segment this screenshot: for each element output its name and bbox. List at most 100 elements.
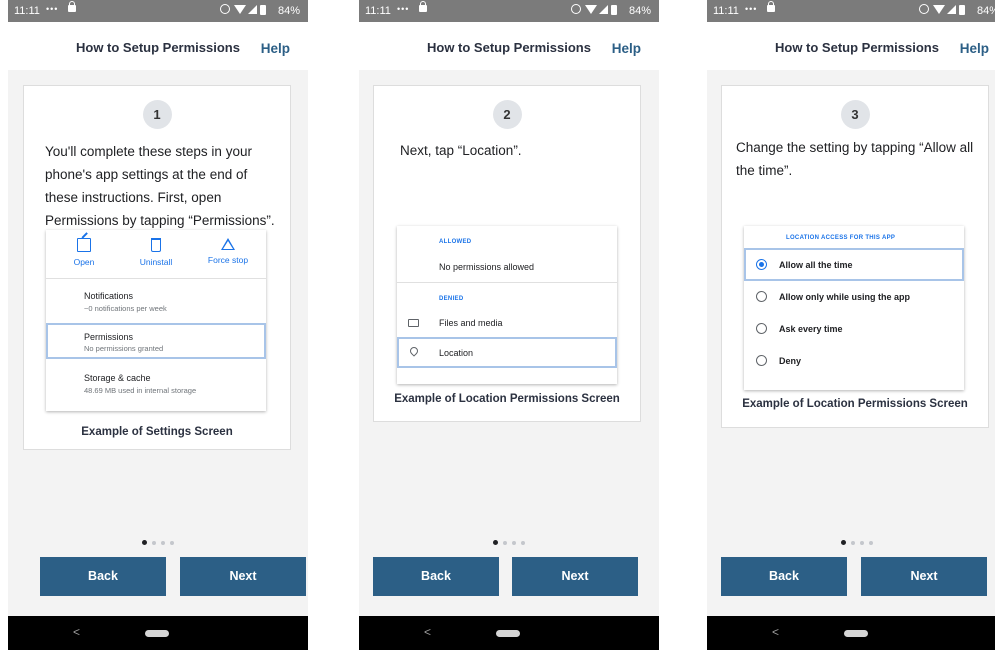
divider <box>46 278 266 279</box>
example-caption: Example of Settings Screen <box>81 426 233 438</box>
alarm-icon <box>220 4 230 14</box>
status-bar: 11:11 ••• 84% <box>8 0 308 22</box>
instruction-card: 3 Change the setting by tapping “Allow a… <box>721 85 989 428</box>
page-dot <box>152 540 156 545</box>
next-button[interactable]: Next <box>512 557 638 596</box>
instruction-card: 2 Next, tap “Location”. ALLOWED No permi… <box>373 85 641 422</box>
wifi-icon <box>933 5 945 14</box>
page-dot <box>512 540 516 545</box>
uninstall-action-label: Uninstall <box>139 257 173 267</box>
location-permissions-example: ALLOWED No permissions allowed DENIED Fi… <box>397 226 617 384</box>
page-dot <box>521 540 525 545</box>
phone-screen-step-2: 11:11 ••• 84% How to Setup Permissions H… <box>359 0 659 650</box>
home-pill-icon[interactable] <box>496 630 520 637</box>
messages-icon: ••• <box>745 4 758 14</box>
messages-icon: ••• <box>46 4 59 14</box>
radio-unselected-icon <box>756 355 767 366</box>
open-icon <box>77 238 91 252</box>
allow-all-option-label: Allow all the time <box>779 260 853 270</box>
battery-percent: 84% <box>277 5 300 17</box>
home-pill-icon[interactable] <box>145 630 169 637</box>
storage-subtitle: 48.69 MB used in internal storage <box>84 386 197 395</box>
radio-selected-icon <box>756 259 767 270</box>
page-dot <box>869 540 873 545</box>
deny-option-label: Deny <box>779 356 802 366</box>
battery-icon <box>959 5 965 15</box>
chevron-left-icon[interactable]: < <box>73 625 80 639</box>
files-and-media-label: Files and media <box>439 318 503 328</box>
app-header: How to Setup Permissions Help <box>8 22 308 70</box>
chevron-left-icon[interactable]: < <box>424 625 431 639</box>
notifications-row: Notifications ~0 notifications per week <box>46 282 266 320</box>
phone-screen-step-3: 11:11 ••• 84% How to Setup Permissions H… <box>707 0 995 650</box>
lock-icon <box>419 1 427 12</box>
next-button[interactable]: Next <box>861 557 987 596</box>
page-indicator <box>707 534 995 546</box>
back-button[interactable]: Back <box>373 557 499 596</box>
location-label: Location <box>439 348 474 358</box>
next-button[interactable]: Next <box>180 557 306 596</box>
location-access-header: LOCATION ACCESS FOR THIS APP <box>786 235 896 241</box>
allow-all-highlight <box>744 248 964 281</box>
allowed-section-header: ALLOWED <box>439 239 472 245</box>
battery-percent: 84% <box>628 5 651 17</box>
signal-icon <box>947 5 956 14</box>
radio-unselected-icon <box>756 291 767 302</box>
page-dot <box>161 540 165 545</box>
page-dot <box>851 540 855 545</box>
instruction-card: 1 You'll complete these steps in your ph… <box>23 85 291 450</box>
permissions-subtitle: No permissions granted <box>84 344 164 353</box>
page-dot <box>860 540 864 545</box>
app-header: How to Setup Permissions Help <box>707 22 995 70</box>
permissions-title: Permissions <box>84 332 134 342</box>
wifi-icon <box>234 5 246 14</box>
divider <box>397 282 617 283</box>
permissions-row: Permissions No permissions granted <box>46 323 266 359</box>
help-link[interactable]: Help <box>261 41 290 56</box>
system-nav-bar: < <box>8 616 308 650</box>
page-dot <box>503 540 507 545</box>
alarm-icon <box>571 4 581 14</box>
page-dot-active <box>493 540 498 546</box>
back-button[interactable]: Back <box>721 557 847 596</box>
allow-while-using-option-label: Allow only while using the app <box>779 292 911 302</box>
example-caption: Example of Location Permissions Screen <box>394 393 620 405</box>
page-dot-active <box>142 540 147 546</box>
step-number: 3 <box>840 100 870 129</box>
page-dot-active <box>841 540 846 546</box>
lock-icon <box>68 1 76 12</box>
status-time: 11:11 <box>365 5 391 17</box>
trash-icon <box>151 238 161 252</box>
instruction-text: Next, tap “Location”. <box>400 143 522 158</box>
notifications-subtitle: ~0 notifications per week <box>84 304 167 313</box>
help-link[interactable]: Help <box>612 41 641 56</box>
app-header: How to Setup Permissions Help <box>359 22 659 70</box>
location-access-example: LOCATION ACCESS FOR THIS APP Allow all t… <box>744 226 964 390</box>
notifications-title: Notifications <box>84 291 134 301</box>
help-link[interactable]: Help <box>960 41 989 56</box>
storage-row: Storage & cache 48.69 MB used in interna… <box>46 364 266 402</box>
ask-every-time-option-label: Ask every time <box>779 324 843 334</box>
page-dot <box>170 540 174 545</box>
folder-icon <box>408 319 419 327</box>
allowed-text: No permissions allowed <box>439 262 535 272</box>
step-number: 2 <box>492 100 522 129</box>
page-indicator <box>8 534 308 546</box>
home-pill-icon[interactable] <box>844 630 868 637</box>
location-highlight <box>397 337 617 368</box>
signal-icon <box>248 5 257 14</box>
messages-icon: ••• <box>397 4 410 14</box>
app-actions-row: Open Uninstall Force stop <box>46 230 266 278</box>
back-button[interactable]: Back <box>40 557 166 596</box>
battery-icon <box>260 5 266 15</box>
example-caption: Example of Location Permissions Screen <box>742 398 968 410</box>
page-indicator <box>359 534 659 546</box>
system-nav-bar: < <box>359 616 659 650</box>
open-action-label: Open <box>73 257 95 267</box>
chevron-left-icon[interactable]: < <box>772 625 779 639</box>
settings-screen-example: Open Uninstall Force stop Notifications … <box>46 230 266 411</box>
alarm-icon <box>919 4 929 14</box>
step-number: 1 <box>142 100 172 129</box>
phone-screen-step-1: 11:11 ••• 84% How to Setup Permissions H… <box>8 0 308 650</box>
status-bar: 11:11 ••• 84% <box>707 0 995 22</box>
